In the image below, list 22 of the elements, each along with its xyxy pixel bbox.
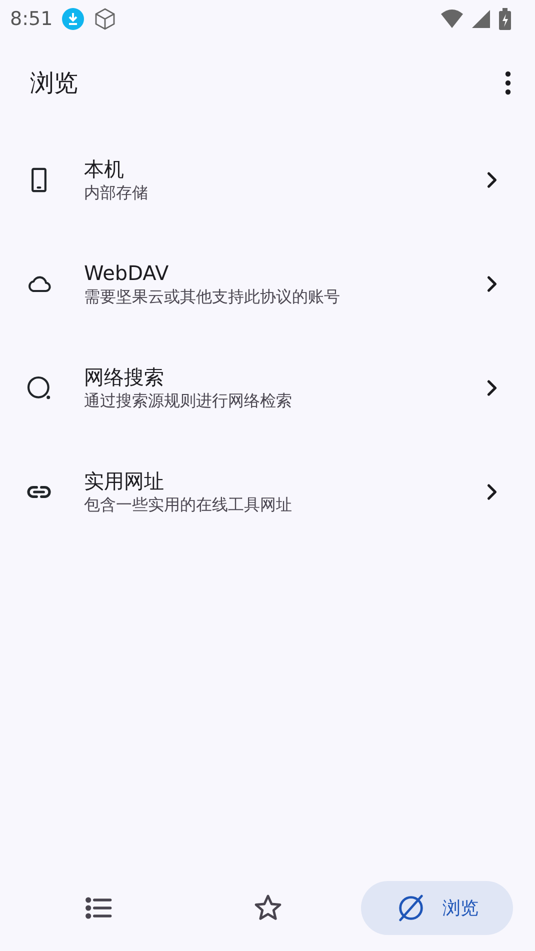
list-item[interactable]: 网络搜索 通过搜索源规则进行网络检索 (0, 336, 535, 440)
signal-icon (471, 9, 491, 29)
item-title: 本机 (84, 156, 125, 182)
status-time: 8:51 (10, 6, 53, 32)
item-subtitle: 需要坚果云或其他支持此协议的账号 (84, 286, 341, 308)
more-options-icon[interactable] (505, 70, 511, 96)
item-title: 实用网址 (84, 468, 165, 494)
page-title: 浏览 (30, 68, 78, 99)
list-item[interactable]: WebDAV 需要坚果云或其他支持此协议的账号 (0, 232, 535, 336)
cube-icon (92, 7, 117, 31)
list-item[interactable]: 本机 内部存储 (0, 128, 535, 232)
download-icon (60, 7, 85, 31)
search-icon (25, 374, 53, 402)
item-subtitle: 内部存储 (84, 182, 149, 204)
battery-icon (499, 8, 511, 30)
nav-tab[interactable]: 浏览 (360, 881, 512, 935)
item-subtitle: 包含一些实用的在线工具网址 (84, 494, 293, 516)
item-title: WebDAV (84, 260, 170, 286)
item-subtitle: 通过搜索源规则进行网络检索 (84, 390, 293, 412)
item-title: 网络搜索 (84, 364, 165, 390)
wifi-icon (441, 9, 463, 29)
list-item[interactable]: 实用网址 包含一些实用的在线工具网址 (0, 440, 535, 544)
